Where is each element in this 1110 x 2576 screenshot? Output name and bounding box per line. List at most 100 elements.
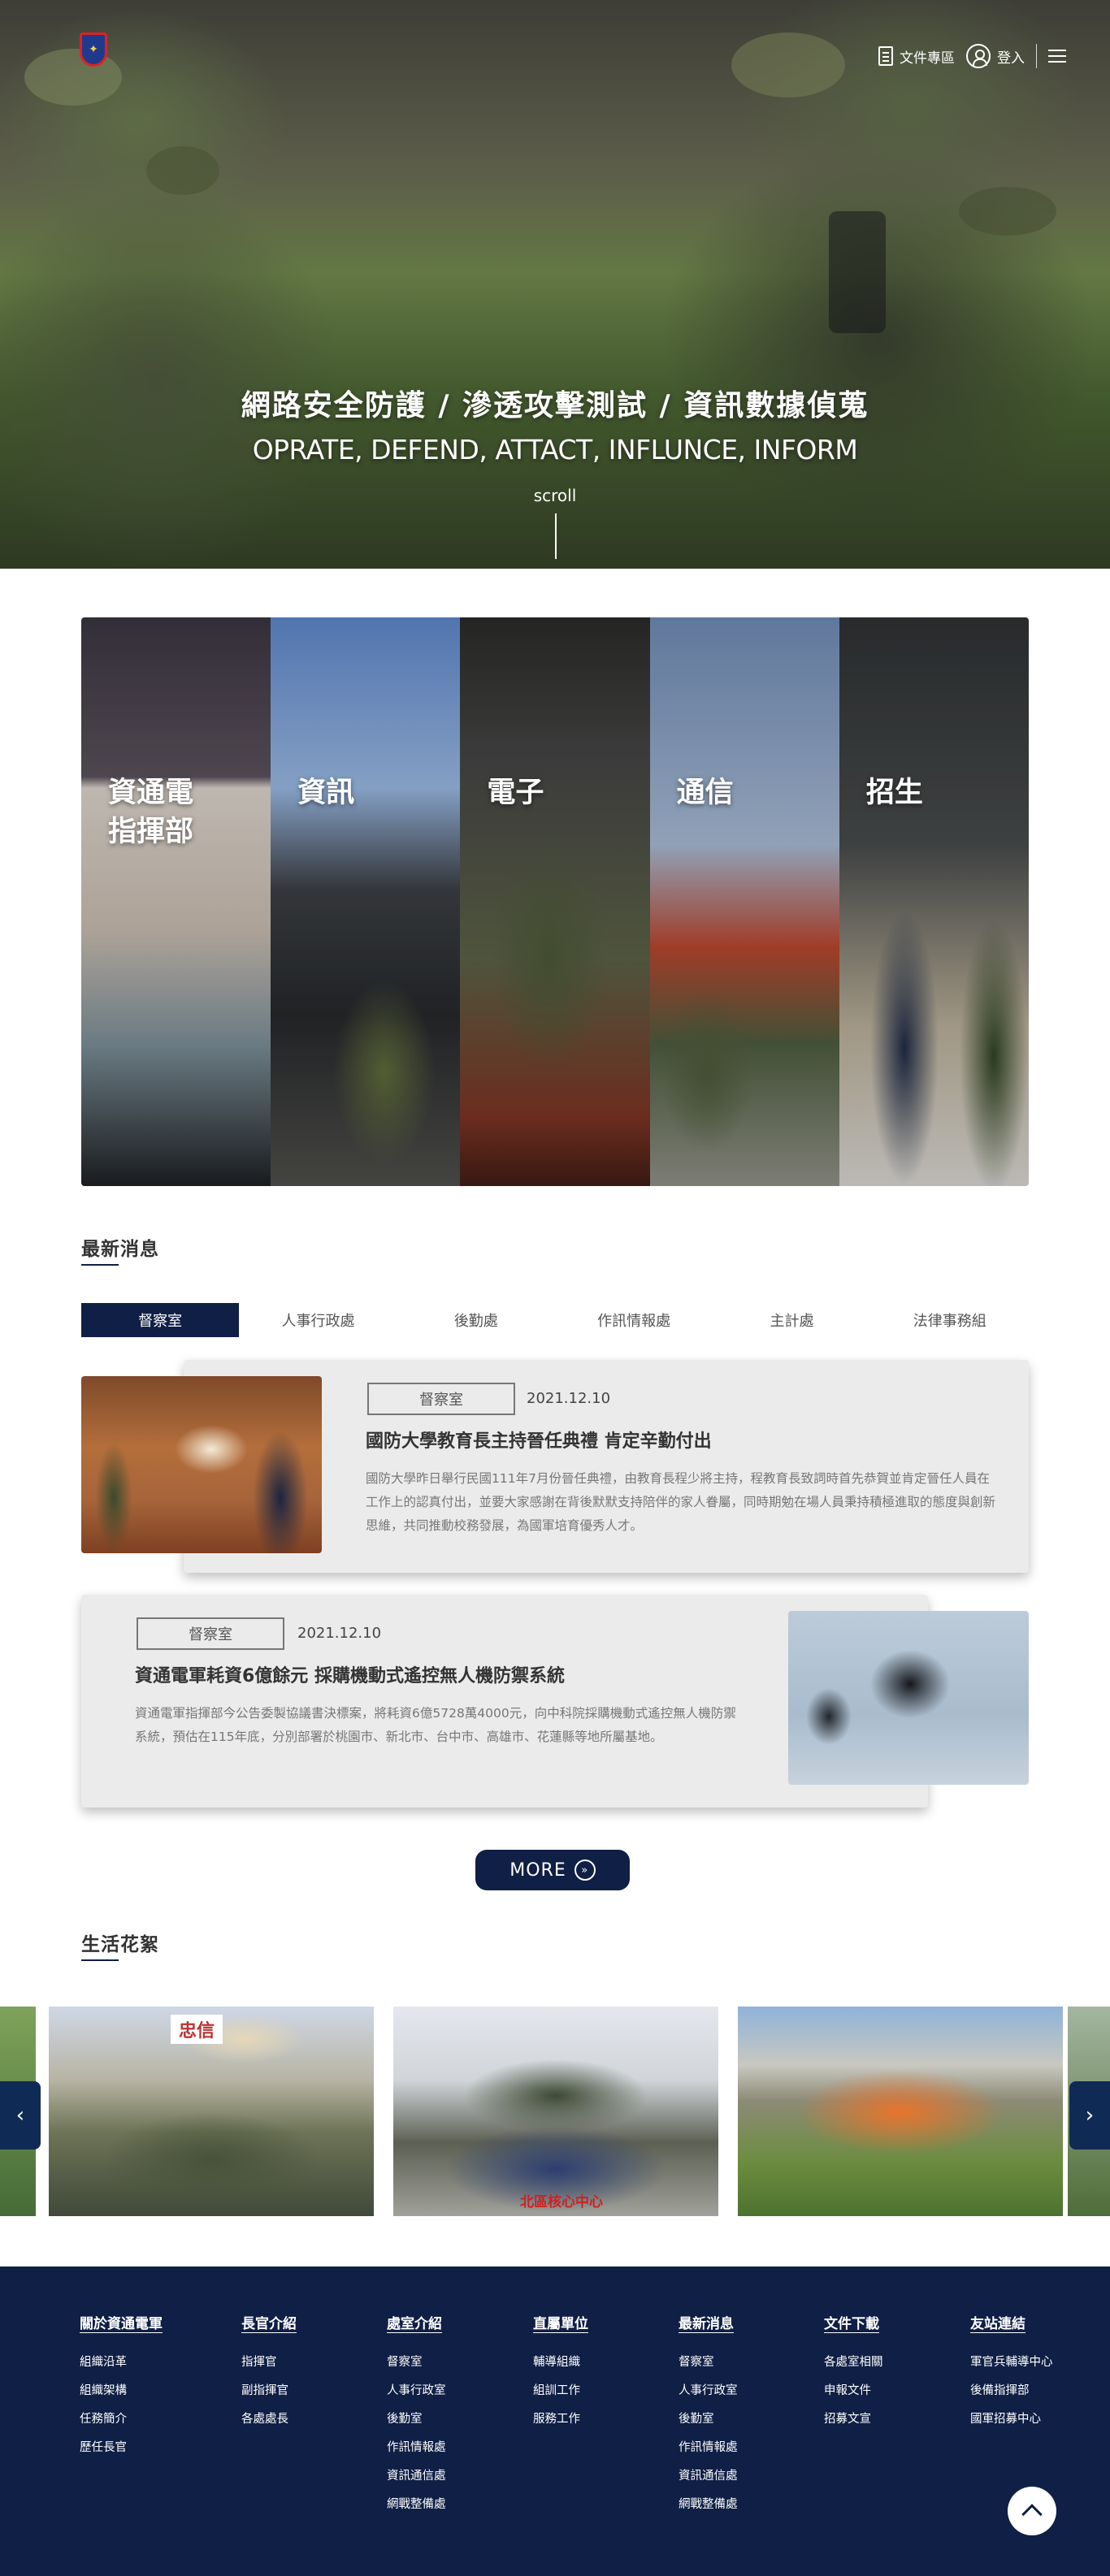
hero-banner: ✦ 文件專區 登入 網路安全防護 / 滲透攻擊測試 / 資訊數據偵蒐 OPRAT…	[0, 0, 1110, 569]
nav-divider	[1036, 44, 1037, 68]
hero-overlay	[0, 0, 1110, 569]
docs-link[interactable]: 文件專區	[878, 46, 955, 67]
photo-banner-text: 北區核心中心	[520, 2194, 603, 2210]
footer-link[interactable]: 任務簡介	[80, 2405, 163, 2434]
gallery-next-button[interactable]: ›	[1069, 2081, 1110, 2150]
hero-title: 網路安全防護 / 滲透攻擊測試 / 資訊數據偵蒐	[241, 389, 869, 422]
panel-electronics[interactable]: 電子	[460, 617, 650, 1186]
footer-heading[interactable]: 最新消息	[679, 2312, 738, 2332]
panel-shade	[460, 617, 650, 1186]
footer-link[interactable]: 各處室相關	[824, 2349, 883, 2377]
footer-link[interactable]: 國軍招募中心	[970, 2405, 1053, 2434]
footer-heading[interactable]: 關於資通電軍	[80, 2312, 163, 2332]
footer-link[interactable]: 輔導組織	[533, 2349, 588, 2377]
news-date: 2021.12.10	[297, 1625, 382, 1642]
footer-link[interactable]: 組訓工作	[533, 2377, 588, 2405]
login-link[interactable]: 登入	[966, 44, 1025, 68]
tab-comptroller[interactable]: 主計處	[713, 1303, 870, 1337]
footer-heading[interactable]: 友站連結	[970, 2312, 1053, 2332]
more-news-button[interactable]: MORE »	[475, 1850, 630, 1890]
panel-title: 招生	[865, 777, 923, 809]
panel-shade	[649, 617, 839, 1186]
panel-shade	[81, 617, 271, 1186]
footer-link[interactable]: 後勤室	[387, 2405, 446, 2434]
panel-title: 資通電 指揮部	[108, 773, 193, 851]
footer-link[interactable]: 人事行政室	[679, 2377, 738, 2405]
news-headline[interactable]: 國防大學教育長主持晉任典禮 肯定辛勤付出	[366, 1427, 712, 1453]
footer-link[interactable]: 資訊通信處	[387, 2462, 446, 2491]
footer-heading[interactable]: 長官介紹	[241, 2312, 297, 2332]
gallery-prev-button[interactable]: ‹	[0, 2081, 41, 2150]
news-thumbnail-ceremony[interactable]	[81, 1376, 322, 1553]
footer-link[interactable]: 組織架構	[80, 2377, 163, 2405]
scroll-indicator-label[interactable]: scroll	[0, 486, 1110, 505]
panel-recruitment[interactable]: 招生	[839, 617, 1029, 1186]
hero-subtitle: OPRATE, DEFEND, ATTACT, INFLUNCE, INFORM	[252, 434, 858, 465]
chevron-right-icon: ›	[1085, 2103, 1095, 2128]
top-navigation: 文件專區 登入	[878, 44, 1066, 68]
department-panels: 資通電 指揮部 資訊 電子 通信 招生	[81, 617, 1029, 1186]
footer-column-offices: 處室介紹 督察室 人事行政室 後勤室 作訊情報處 資訊通信處 網戰整備處	[387, 2312, 446, 2519]
tab-operations-intel[interactable]: 作訊情報處	[555, 1303, 713, 1337]
unit-logo-icon[interactable]: ✦	[80, 32, 107, 67]
panel-title: 電子	[487, 777, 544, 809]
footer-link[interactable]: 人事行政室	[387, 2377, 446, 2405]
hamburger-menu-icon[interactable]	[1048, 50, 1066, 63]
chevron-up-icon	[1021, 2504, 1043, 2525]
panel-information[interactable]: 資訊	[271, 617, 461, 1186]
footer-link[interactable]: 督察室	[679, 2349, 738, 2377]
footer-heading[interactable]: 處室介紹	[387, 2312, 446, 2332]
footer-link[interactable]: 組織沿革	[80, 2349, 163, 2377]
footer-heading[interactable]: 直屬單位	[533, 2312, 588, 2332]
footer-link[interactable]: 後勤室	[679, 2405, 738, 2434]
footer-column-about: 關於資通電軍 組織沿革 組織架構 任務簡介 歷任長官	[80, 2312, 163, 2462]
panel-shade	[271, 617, 461, 1186]
scroll-indicator-line	[555, 513, 557, 559]
footer-link[interactable]: 作訊情報處	[387, 2434, 446, 2462]
photo-gallery: 忠信 北區核心中心	[0, 2007, 1110, 2216]
footer-link[interactable]: 後備指揮部	[970, 2377, 1053, 2405]
news-summary: 資通電軍指揮部今公告委製協議書決標案，將耗資6億5728萬4000元，向中科院採…	[135, 1706, 736, 1744]
tab-inspection[interactable]: 督察室	[81, 1303, 240, 1337]
footer-column-units: 直屬單位 輔導組織 組訓工作 服務工作	[533, 2312, 588, 2434]
footer-link[interactable]: 服務工作	[533, 2405, 588, 2434]
news-thumbnail-drone-defense[interactable]	[788, 1611, 1029, 1785]
tab-legal-affairs[interactable]: 法律事務組	[871, 1303, 1029, 1337]
tab-logistics[interactable]: 後勤處	[397, 1303, 555, 1337]
footer-column-leaders: 長官介紹 指揮官 副指揮官 各處處長	[241, 2312, 297, 2434]
tab-personnel[interactable]: 人事行政處	[239, 1303, 397, 1337]
footer-column-downloads: 文件下載 各處室相關 申報文件 招募文宣	[824, 2312, 883, 2434]
footer-column-links: 友站連結 軍官兵輔導中心 後備指揮部 國軍招募中心	[970, 2312, 1053, 2434]
footer-link[interactable]: 資訊通信處	[679, 2462, 738, 2491]
footer-link[interactable]: 歷任長官	[80, 2434, 163, 2462]
footer-link[interactable]: 網戰整備處	[387, 2491, 446, 2519]
logo-emblem: ✦	[89, 43, 98, 56]
panel-command-hq[interactable]: 資通電 指揮部	[81, 617, 271, 1186]
news-headline[interactable]: 資通電軍耗資6億餘元 採購機動式遙控無人機防禦系統	[135, 1661, 565, 1687]
panel-title: 資訊	[297, 777, 355, 809]
gallery-photo[interactable]: 忠信	[49, 2007, 374, 2216]
user-icon	[966, 44, 991, 68]
footer-link[interactable]: 作訊情報處	[679, 2434, 738, 2462]
news-category-tag: 督察室	[367, 1383, 515, 1415]
footer-link[interactable]: 招募文宣	[824, 2405, 883, 2434]
more-label: MORE	[509, 1859, 566, 1881]
footer-link[interactable]: 副指揮官	[241, 2377, 297, 2405]
login-label: 登入	[997, 50, 1025, 67]
footer-heading[interactable]: 文件下載	[824, 2312, 883, 2332]
photo-banner-text: 忠信	[171, 2015, 223, 2044]
site-footer: 關於資通電軍 組織沿革 組織架構 任務簡介 歷任長官 長官介紹 指揮官 副指揮官…	[0, 2266, 1110, 2576]
gallery-photo[interactable]	[393, 2007, 718, 2216]
footer-link[interactable]: 網戰整備處	[679, 2491, 738, 2519]
back-to-top-button[interactable]	[1008, 2487, 1056, 2535]
news-tabs: 督察室 人事行政處 後勤處 作訊情報處 主計處 法律事務組	[81, 1303, 1029, 1337]
panel-communications[interactable]: 通信	[649, 617, 839, 1186]
footer-link[interactable]: 各處處長	[241, 2405, 297, 2434]
footer-column-news: 最新消息 督察室 人事行政室 後勤室 作訊情報處 資訊通信處 網戰整備處	[679, 2312, 738, 2519]
footer-link[interactable]: 申報文件	[824, 2377, 883, 2405]
news-date: 2021.12.10	[527, 1390, 611, 1407]
footer-link[interactable]: 軍官兵輔導中心	[970, 2349, 1053, 2377]
gallery-photo[interactable]	[738, 2007, 1063, 2216]
footer-link[interactable]: 指揮官	[241, 2349, 297, 2377]
footer-link[interactable]: 督察室	[387, 2349, 446, 2377]
